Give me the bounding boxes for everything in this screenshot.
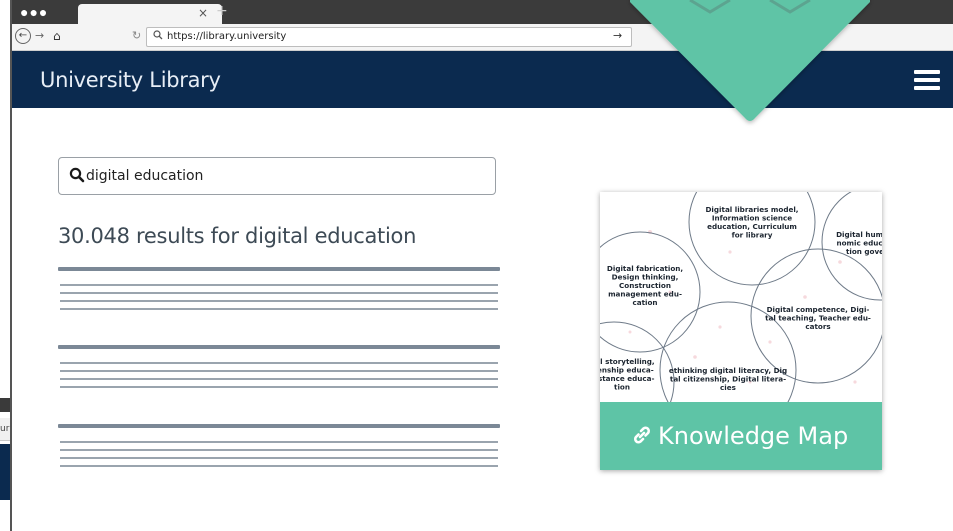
knowledge-map-preview: Digital libraries model, Information scie… [600,192,882,402]
result-line-placeholder [60,449,498,451]
url-search-icon [153,30,163,45]
chevron-down-icon [630,0,870,121]
back-arrow-icon[interactable]: ← [15,28,31,44]
url-text: https://library.university [167,31,287,42]
link-icon [630,423,654,447]
site-title[interactable]: University Library [40,68,221,92]
tab-close-icon[interactable]: × [198,6,208,20]
knowledge-map-card[interactable]: Digital libraries model, Information scie… [600,192,882,470]
result-title-placeholder [58,424,500,428]
reload-icon[interactable]: ↻ [132,28,141,44]
result-line-placeholder [60,378,498,380]
address-bar[interactable]: https://library.university → [146,27,632,47]
result-line-placeholder [60,370,498,372]
result-line-placeholder [60,284,498,286]
new-tab-icon[interactable]: + [216,3,228,19]
knowledge-map-label: Knowledge Map [658,422,849,450]
result-line-placeholder [60,292,498,294]
result-line-placeholder [60,300,498,302]
search-result-item[interactable] [58,345,500,393]
result-line-placeholder [60,457,498,459]
search-input[interactable]: digital education [58,157,496,195]
hamburger-menu-icon[interactable] [914,70,940,90]
result-line-placeholder [60,465,498,467]
result-line-placeholder [60,308,498,310]
search-result-item[interactable] [58,267,500,315]
forward-arrow-icon[interactable]: → [35,28,44,44]
result-title-placeholder [58,267,500,271]
result-title-placeholder [58,345,500,349]
knowledge-map-button[interactable]: Knowledge Map [600,402,882,470]
result-line-placeholder [60,441,498,443]
search-result-item[interactable] [58,424,500,472]
result-line-placeholder [60,362,498,364]
search-icon [69,167,85,183]
result-line-placeholder [60,386,498,388]
window-controls-icon[interactable]: ●●● [20,5,48,19]
search-query-text: digital education [86,168,204,184]
results-count-heading: 30.048 results for digital education [58,224,417,248]
home-icon[interactable]: ⌂ [53,28,61,44]
